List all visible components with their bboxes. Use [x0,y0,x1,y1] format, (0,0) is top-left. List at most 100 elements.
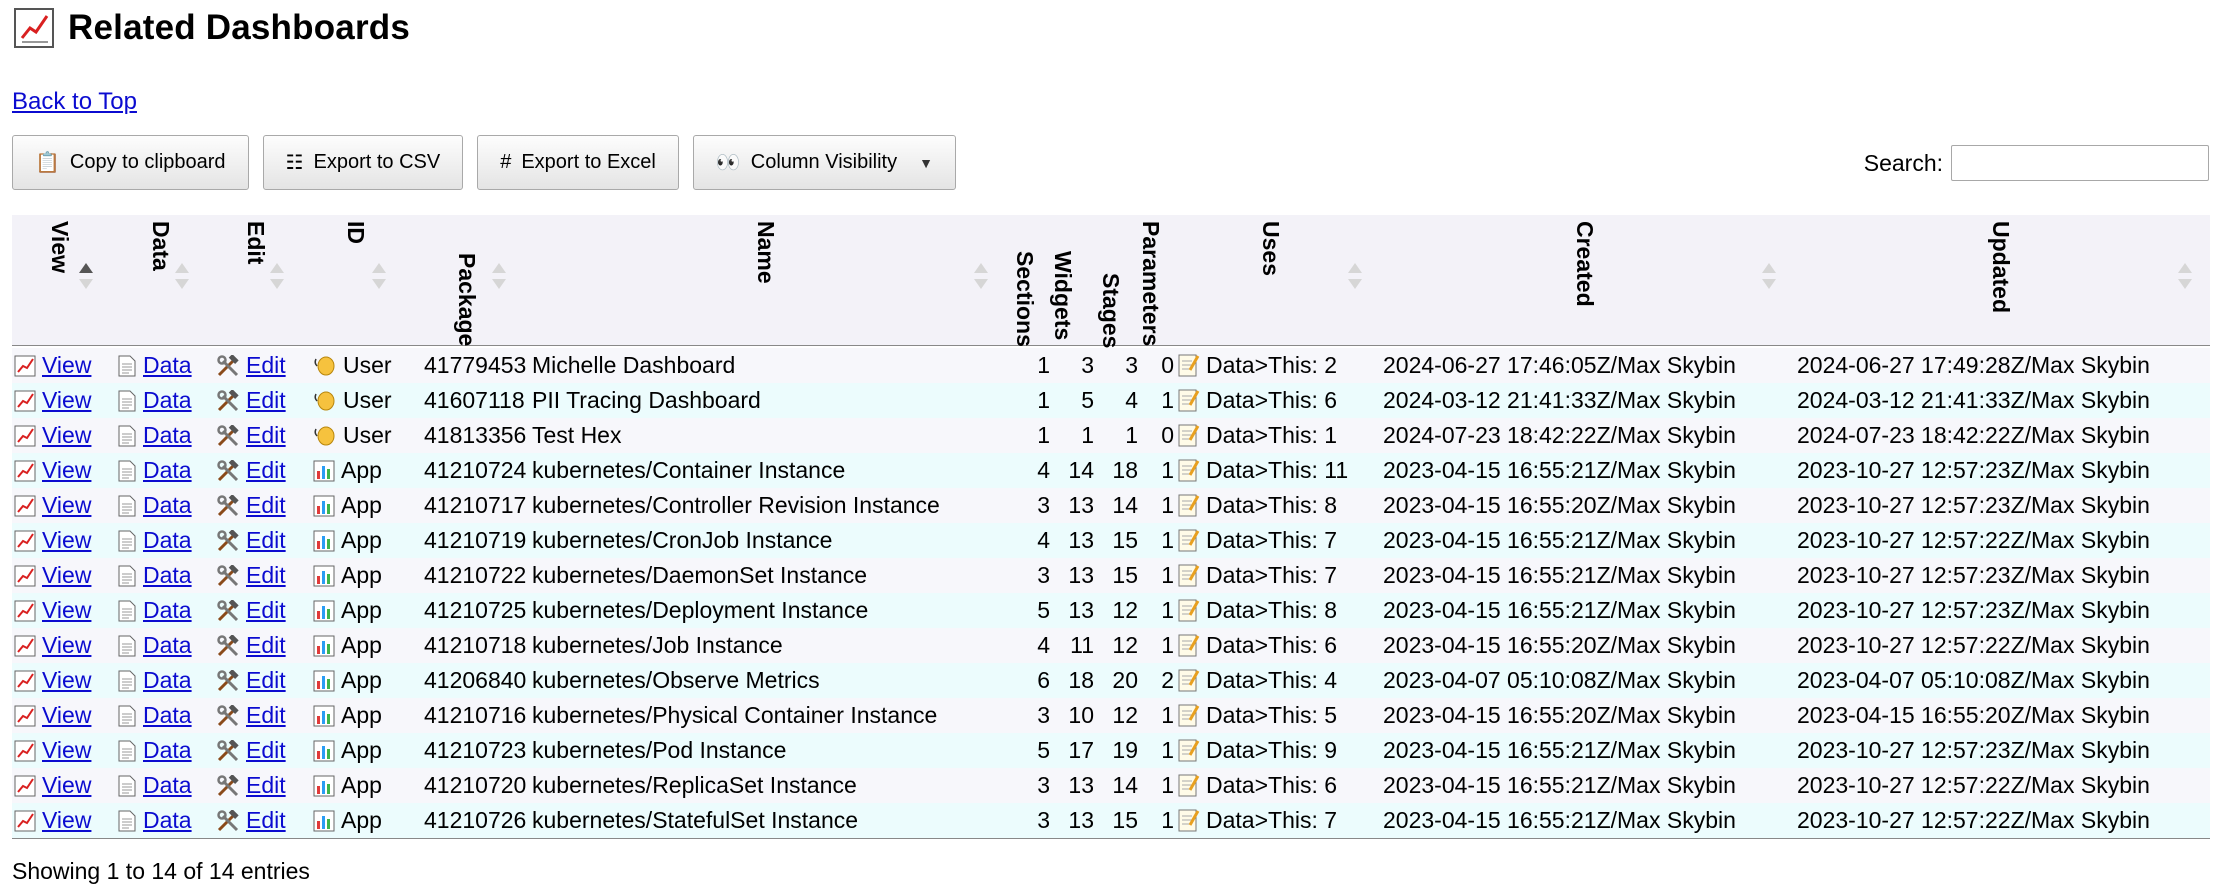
view-link[interactable]: View [42,422,91,448]
chart-increasing-icon [14,565,36,587]
document-icon [118,495,136,517]
updated-cell: 2023-10-27 12:57:23Z/Max Skybin [1797,492,2150,518]
hammer-wrench-icon [217,635,239,657]
column-header-updated[interactable]: Updated [1988,221,2014,313]
column-header-id[interactable]: ID [343,221,369,244]
view-link[interactable]: View [42,737,91,763]
column-header-view[interactable]: View [47,221,73,273]
search-label: Search: [1863,149,1943,176]
edit-link[interactable]: Edit [246,562,286,588]
column-visibility-button[interactable]: 👀 Column Visibility ▼ [692,135,956,190]
column-header-package[interactable]: Package [454,253,480,346]
view-link[interactable]: View [42,457,91,483]
id-cell: 41210723 [424,737,527,763]
column-header-name[interactable]: Name [753,221,779,284]
back-to-top-link[interactable]: Back to Top [12,88,137,116]
data-link[interactable]: Data [143,457,192,483]
edit-link[interactable]: Edit [246,737,286,763]
kind-cell: App [313,593,382,628]
data-link[interactable]: Data [143,597,192,623]
view-link[interactable]: View [42,632,91,658]
view-link[interactable]: View [42,667,91,693]
view-link[interactable]: View [42,527,91,553]
name-cell: Test Hex [532,422,622,448]
edit-link[interactable]: Edit [246,772,286,798]
uses-label: Data>This: 8 [1206,597,1338,623]
column-header-edit[interactable]: Edit [243,221,269,264]
data-link[interactable]: Data [143,527,192,553]
data-link[interactable]: Data [143,352,192,378]
view-link[interactable]: View [42,772,91,798]
view-link[interactable]: View [42,387,91,413]
updated-cell: 2024-06-27 17:49:28Z/Max Skybin [1797,352,2150,378]
export-csv-button[interactable]: ☷ Export to CSV [262,135,464,190]
uses-cell: Data>This: 4 [1178,663,1337,698]
edit-link[interactable]: Edit [246,527,286,553]
data-link[interactable]: Data [143,667,192,693]
data-link[interactable]: Data [143,422,192,448]
data-link[interactable]: Data [143,807,192,833]
edit-link[interactable]: Edit [246,387,286,413]
data-link[interactable]: Data [143,772,192,798]
edit-link[interactable]: Edit [246,422,286,448]
data-link[interactable]: Data [143,387,192,413]
view-link[interactable]: View [42,492,91,518]
sort-arrows-data [175,263,189,295]
uses-label: Data>This: 11 [1206,457,1349,483]
view-link[interactable]: View [42,597,91,623]
sections-cell: 3 [1037,492,1050,518]
data-link[interactable]: Data [143,492,192,518]
page-title: Related Dashboards [68,8,411,47]
column-header-uses[interactable]: Uses [1258,221,1284,276]
copy-button-label: Copy to clipboard [69,151,226,173]
data-link[interactable]: Data [143,737,192,763]
widgets-cell: 18 [1068,667,1094,693]
data-link[interactable]: Data [143,632,192,658]
view-link[interactable]: View [42,807,91,833]
column-header-sections[interactable]: Sections [1012,251,1038,347]
kind-label: App [341,492,382,518]
table-row: View Data Edit App 41210724 kubernetes/Contai… [12,453,2210,488]
sort-arrows-updated [2178,263,2192,295]
hammer-wrench-icon [217,600,239,622]
edit-link[interactable]: Edit [246,632,286,658]
updated-cell: 2023-10-27 12:57:23Z/Max Skybin [1797,562,2150,588]
view-link[interactable]: View [42,702,91,728]
edit-link[interactable]: Edit [246,457,286,483]
data-link[interactable]: Data [143,702,192,728]
view-link[interactable]: View [42,352,91,378]
export-excel-button[interactable]: # Export to Excel [477,135,679,190]
uses-cell: Data>This: 5 [1178,698,1337,733]
edit-link[interactable]: Edit [246,597,286,623]
table-row: View Data Edit App 41210719 kubernetes/CronJo… [12,523,2210,558]
parameters-cell: 1 [1161,772,1174,798]
kind-label: App [341,597,382,623]
id-cell: 41206840 [424,667,527,693]
id-cell: 41210717 [424,492,527,518]
bar-chart-icon [313,565,335,587]
uses-cell: Data>This: 8 [1178,593,1337,628]
edit-link[interactable]: Edit [246,807,286,833]
edit-link[interactable]: Edit [246,702,286,728]
edit-link[interactable]: Edit [246,492,286,518]
copy-to-clipboard-button[interactable]: 📋 Copy to clipboard [12,135,249,190]
column-header-widgets[interactable]: Widgets [1050,251,1076,340]
updated-cell: 2023-10-27 12:57:22Z/Max Skybin [1797,632,2150,658]
search-input[interactable] [1951,145,2209,181]
sections-cell: 3 [1037,702,1050,728]
name-cell: kubernetes/Pod Instance [532,737,787,763]
column-header-data[interactable]: Data [148,221,174,271]
column-header-created[interactable]: Created [1572,221,1598,307]
sections-cell: 4 [1037,632,1050,658]
hammer-wrench-icon [217,670,239,692]
data-link[interactable]: Data [143,562,192,588]
sort-arrows-edit [270,263,284,295]
view-link[interactable]: View [42,562,91,588]
clipboard-icon: 📋 [35,152,60,174]
edit-link[interactable]: Edit [246,352,286,378]
caret-down-icon: ▼ [919,154,933,171]
column-header-parameters[interactable]: Parameters [1138,221,1164,346]
column-header-stages[interactable]: Stages [1098,273,1124,348]
widgets-cell: 13 [1068,527,1094,553]
edit-link[interactable]: Edit [246,667,286,693]
